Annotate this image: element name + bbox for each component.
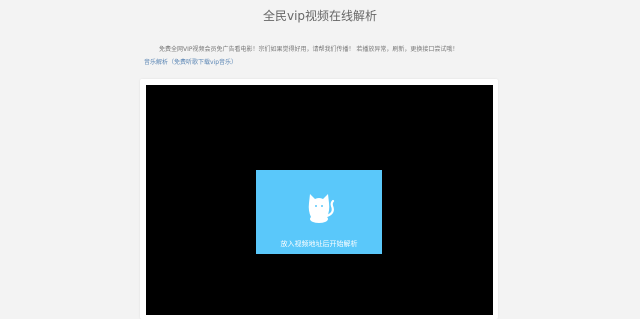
cat-icon [308, 194, 335, 223]
notice-text: 免费全网VIP视频会员免广告看电影！宗们如果觉得好用，请帮我们传播！ 若播放异常… [159, 46, 459, 53]
parse-placeholder-card: 放入视频地址后开始解析 [256, 170, 382, 254]
page-title: 全民vip视频在线解析 [262, 9, 378, 23]
music-parse-link[interactable]: 音乐解析（免费听歌下载vip音乐） [144, 57, 237, 66]
parse-hint-text: 放入视频地址后开始解析 [280, 240, 358, 248]
